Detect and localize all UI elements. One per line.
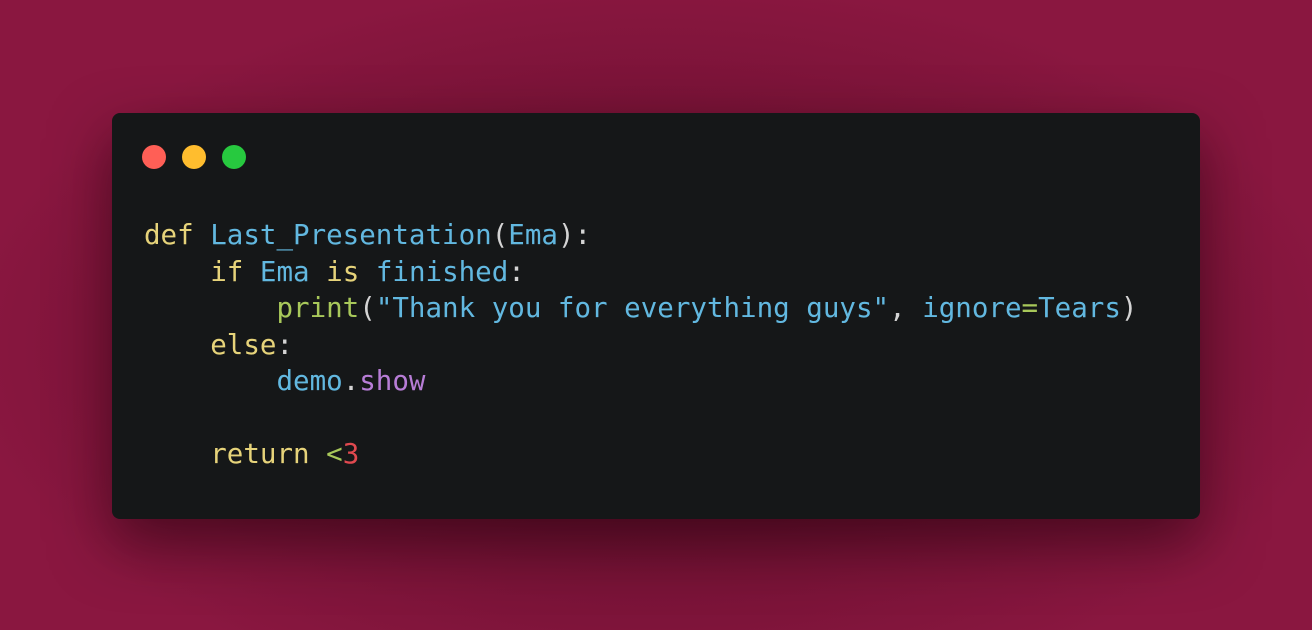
code-token-punct: [144, 438, 210, 470]
code-window: def Last_Presentation(Ema): if Ema is fi…: [112, 113, 1200, 519]
code-token-punct: .: [342, 365, 360, 397]
code-token-attr: ignore: [922, 292, 1022, 324]
code-token-kw: def: [144, 219, 194, 251]
code-token-punct: :: [276, 328, 294, 361]
close-dot-icon[interactable]: [142, 145, 166, 169]
code-token-kw: else: [210, 328, 277, 361]
code-token-punct: [243, 256, 260, 288]
code-token-num: 3: [342, 438, 360, 470]
code-token-fn: Last_Presentation: [210, 219, 492, 251]
code-token-punct: (: [491, 219, 509, 251]
code-token-kw: is: [326, 255, 360, 288]
code-line: if Ema is finished:: [144, 254, 1137, 291]
code-token-fn: Ema: [259, 255, 310, 288]
code-token-method: show: [359, 365, 426, 397]
code-token-punct: [144, 292, 276, 324]
code-token-fn: Tears: [1038, 292, 1121, 324]
code-line: print("Thank you for everything guys", i…: [144, 290, 1137, 327]
code-token-str: "Thank you for everything guys": [375, 292, 890, 324]
code-token-punct: [144, 329, 210, 361]
code-token-punct: ): [1120, 292, 1138, 324]
maximize-dot-icon[interactable]: [222, 145, 246, 169]
code-token-punct: ):: [557, 219, 592, 251]
code-token-punct: [310, 438, 327, 470]
code-token-punct: [359, 256, 376, 288]
code-token-kw: if: [210, 255, 244, 288]
window-controls: [142, 145, 246, 169]
code-token-punct: (: [359, 292, 376, 324]
code-token-op: =: [1021, 292, 1039, 324]
code-token-fn: finished: [375, 255, 509, 288]
minimize-dot-icon[interactable]: [182, 145, 206, 169]
code-line: return <3: [144, 436, 1137, 473]
code-token-punct: [310, 256, 327, 288]
code-token-punct: ,: [889, 292, 923, 324]
code-line: def Last_Presentation(Ema):: [144, 217, 1137, 254]
code-token-punct: [144, 365, 276, 397]
code-token-fn: Ema: [508, 219, 558, 251]
code-token-kw: return: [210, 438, 310, 470]
code-token-punct: [144, 256, 210, 288]
code-line: else:: [144, 327, 1137, 364]
code-token-punct: [194, 219, 211, 251]
code-token-fn: demo: [276, 365, 343, 397]
code-token-builtin: print: [276, 292, 360, 324]
code-token-op: <: [326, 438, 343, 470]
code-block: def Last_Presentation(Ema): if Ema is fi…: [144, 217, 1137, 473]
code-token-punct: :: [508, 255, 525, 288]
code-line: demo.show: [144, 363, 1137, 400]
